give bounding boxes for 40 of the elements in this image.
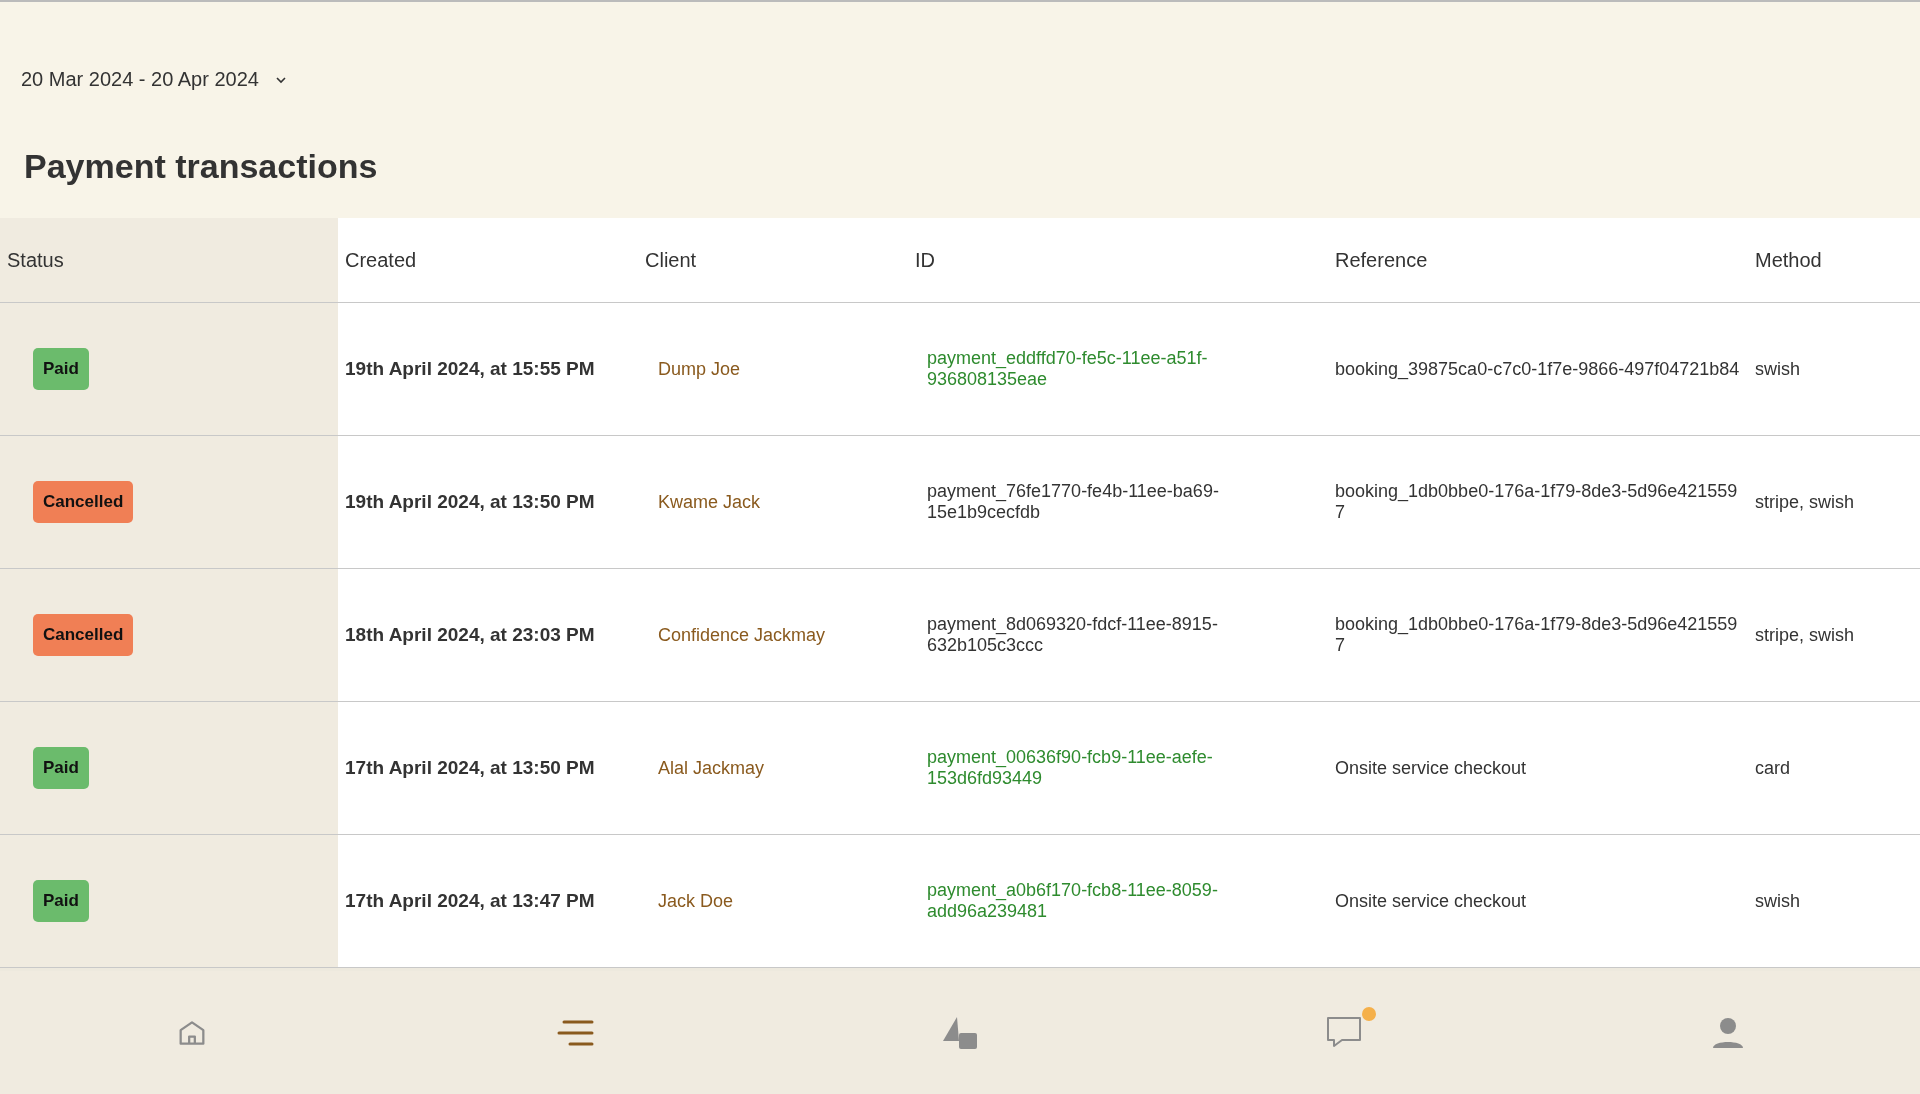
client-link[interactable]: Confidence Jackmay: [658, 624, 826, 646]
created-date: 17th April 2024, at 13:47 PM: [345, 890, 595, 912]
reference: Onsite service checkout: [1335, 757, 1528, 779]
client-link[interactable]: Kwame Jack: [658, 491, 761, 513]
payment-method: stripe, swish: [1755, 624, 1855, 646]
status-badge: Paid: [33, 880, 89, 922]
created-date: 19th April 2024, at 13:50 PM: [345, 491, 595, 513]
column-header: Created: [345, 248, 417, 272]
page-title: Payment transactions: [24, 147, 379, 186]
column-header: Status: [7, 248, 64, 272]
payment-method: card: [1755, 757, 1790, 779]
column-header: Reference: [1335, 248, 1428, 272]
reference: booking_39875ca0-c7c0-1f7e-9866-497f04721b84: [1335, 358, 1741, 380]
notification-dot: [1362, 1007, 1376, 1021]
payment-method: stripe, swish: [1755, 491, 1855, 513]
reference: Onsite service checkout: [1335, 890, 1528, 912]
created-date: 19th April 2024, at 15:55 PM: [345, 358, 595, 380]
client-link[interactable]: Dump Joe: [658, 358, 741, 380]
caret-icon: [274, 75, 287, 84]
payment-id: payment_8d069320-fdcf-11ee-8915-632b105c3ccc: [927, 614, 1219, 656]
reference: booking_1db0bbe0-176a-1f79-8de3-5d96e4215597: [1335, 614, 1739, 656]
payment-id: payment_a0b6f170-fcb8-11ee-8059-add96a239481: [927, 880, 1219, 922]
reference: booking_1db0bbe0-176a-1f79-8de3-5d96e4215597: [1335, 481, 1739, 523]
date-range-dropdown[interactable]: 20 Mar 2024 - 20 Apr 2024: [0, 68, 287, 91]
column-header: ID: [915, 248, 935, 272]
payment-method: swish: [1755, 890, 1800, 912]
status-badge: Paid: [33, 348, 89, 390]
status-badge: Cancelled: [33, 481, 134, 523]
payment-id: payment_76fe1770-fe4b-11ee-ba69-15e1b9cecfdb: [927, 481, 1220, 523]
column-header: Client: [645, 248, 697, 272]
payment-method: swish: [1755, 358, 1800, 380]
created-date: 17th April 2024, at 13:50 PM: [345, 757, 595, 779]
column-header: Method: [1755, 248, 1822, 272]
client-link[interactable]: Jack Doe: [658, 890, 734, 912]
payment-id: payment_00636f90-fcb9-11ee-aefe-153d6fd93449: [927, 747, 1214, 789]
status-badge: Paid: [33, 747, 89, 789]
payment-id: payment_eddffd70-fe5c-11ee-a51f-936808135eae: [927, 348, 1209, 390]
created-date: 18th April 2024, at 23:03 PM: [345, 624, 595, 646]
client-link[interactable]: Alal Jackmay: [658, 757, 765, 779]
status-badge: Cancelled: [33, 614, 134, 656]
